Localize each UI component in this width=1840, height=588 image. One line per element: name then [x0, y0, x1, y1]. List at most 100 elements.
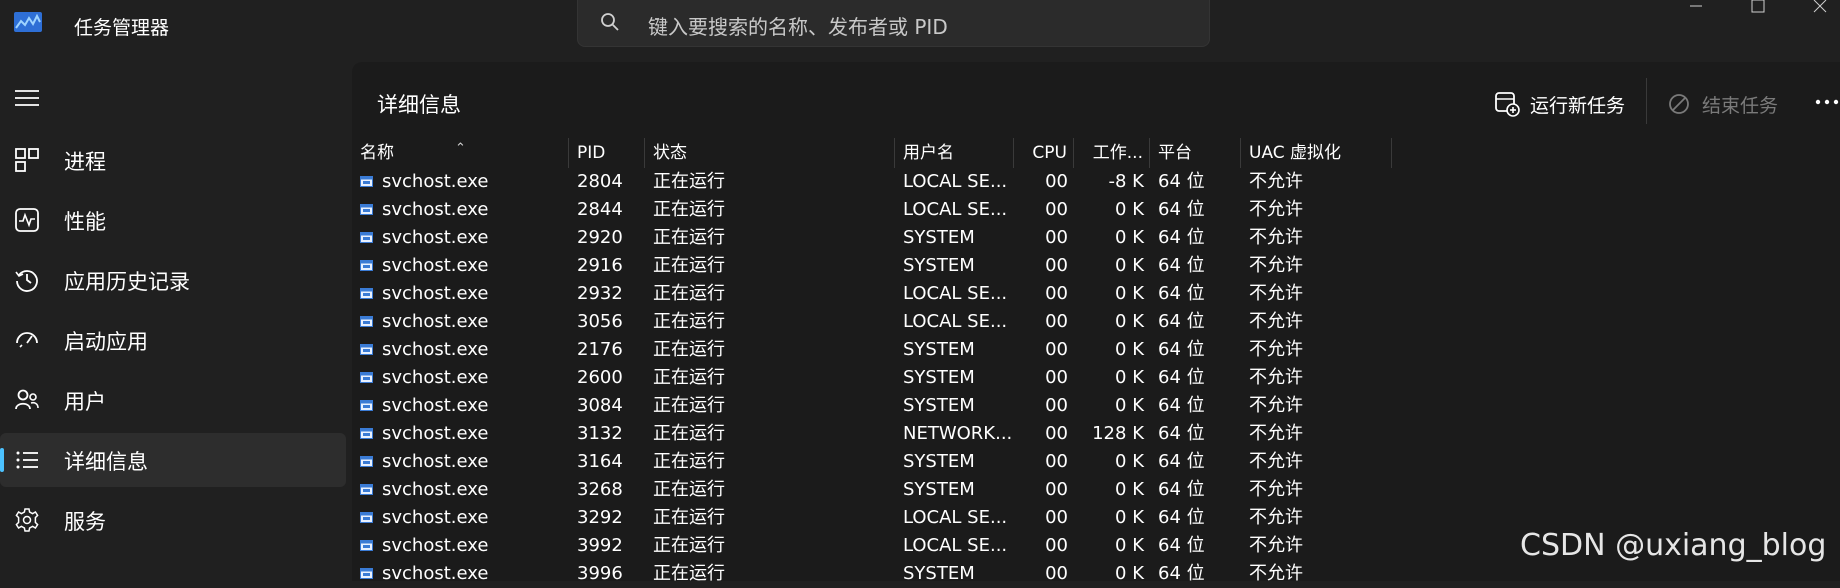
table-row[interactable]: svchost.exe 3056 正在运行 LOCAL SE... 00 0 K 64 位 不…	[352, 308, 1840, 336]
cell-name: svchost.exe	[352, 280, 569, 308]
process-window-icon	[360, 372, 373, 383]
sidebar-item-details[interactable]: 详细信息	[0, 433, 346, 487]
column-header-uac[interactable]: UAC 虚拟化	[1241, 138, 1392, 168]
cell-username: SYSTEM	[903, 451, 975, 472]
column-header-name[interactable]: 名称 ⌃	[352, 138, 569, 168]
cell-name: svchost.exe	[352, 196, 569, 224]
cell-username: LOCAL SE...	[903, 535, 1008, 556]
table-row[interactable]: svchost.exe 3268 正在运行 SYSTEM 00 0 K 64 位 不允许	[352, 476, 1840, 504]
cell-cpu: 00	[1045, 563, 1068, 584]
cell-status: 正在运行	[653, 255, 725, 276]
column-header-status[interactable]: 状态	[645, 138, 895, 168]
column-header-cpu[interactable]: CPU	[1014, 138, 1074, 168]
sidebar-item-startup-apps[interactable]: 启动应用	[0, 313, 346, 367]
cell-cpu: 00	[1045, 479, 1068, 500]
table-row[interactable]: svchost.exe 3132 正在运行 NETWORK... 00 128 K 64 位…	[352, 420, 1840, 448]
cell-cpu: 00	[1045, 367, 1068, 388]
cell-pid: 3992	[577, 535, 623, 556]
cell-pid: 2176	[577, 339, 623, 360]
cell-username: LOCAL SE...	[903, 507, 1008, 528]
sidebar-item-services[interactable]: 服务	[0, 493, 346, 547]
sidebar-item-performance[interactable]: 性能	[0, 193, 346, 247]
cell-name: svchost.exe	[352, 168, 569, 196]
cell-status: 正在运行	[653, 451, 725, 472]
cell-uac: 不允许	[1249, 563, 1303, 584]
cell-uac: 不允许	[1249, 395, 1303, 416]
column-header-platform[interactable]: 平台	[1150, 138, 1241, 168]
hamburger-menu-icon[interactable]	[14, 88, 40, 108]
details-table: 名称 ⌃ PID 状态 用户名 CPU 工作... 平台 UAC 虚拟化 svc…	[352, 138, 1840, 588]
cell-platform: 64 位	[1158, 311, 1205, 332]
run-new-task-icon	[1495, 92, 1520, 117]
cell-platform: 64 位	[1158, 395, 1205, 416]
end-task-button[interactable]: 结束任务	[1666, 82, 1778, 126]
run-new-task-button[interactable]: 运行新任务	[1494, 82, 1625, 126]
column-header-username[interactable]: 用户名	[895, 138, 1014, 168]
cell-platform: 64 位	[1158, 171, 1205, 192]
performance-icon	[15, 208, 39, 232]
process-window-icon	[360, 344, 373, 355]
sidebar-item-users[interactable]: 用户	[0, 373, 346, 427]
process-window-icon	[360, 260, 373, 271]
cell-name: svchost.exe	[352, 336, 569, 364]
close-icon[interactable]	[1800, 0, 1840, 20]
end-task-icon	[1669, 94, 1689, 114]
table-row[interactable]: svchost.exe 2600 正在运行 SYSTEM 00 0 K 64 位 不允许	[352, 364, 1840, 392]
cell-username: NETWORK...	[903, 423, 1013, 444]
process-window-icon	[360, 176, 373, 187]
minimize-icon[interactable]	[1676, 0, 1716, 20]
cell-working-set: 0 K	[1115, 563, 1144, 584]
process-name: svchost.exe	[382, 451, 489, 472]
search-icon	[601, 13, 619, 31]
details-panel: 详细信息 运行新任务 结束任务 名称 ⌃ PID 状态 用户名 CPU 工作..…	[352, 62, 1840, 584]
cell-working-set: -8 K	[1108, 171, 1144, 192]
cell-name: svchost.exe	[352, 252, 569, 280]
table-row[interactable]: svchost.exe 3084 正在运行 SYSTEM 00 0 K 64 位 不允许	[352, 392, 1840, 420]
toolbar-divider	[1646, 78, 1647, 124]
cell-status: 正在运行	[653, 199, 725, 220]
table-row[interactable]: svchost.exe 2176 正在运行 SYSTEM 00 0 K 64 位 不允许	[352, 336, 1840, 364]
table-row[interactable]: svchost.exe 2844 正在运行 LOCAL SE... 00 0 K 64 位 不…	[352, 196, 1840, 224]
more-icon[interactable]	[1812, 92, 1840, 112]
search-box[interactable]: 键入要搜索的名称、发布者或 PID	[577, 0, 1210, 47]
startup-icon	[16, 332, 38, 348]
cell-name: svchost.exe	[352, 532, 569, 560]
sidebar-item-app-history[interactable]: 应用历史记录	[0, 253, 346, 307]
process-window-icon	[360, 400, 373, 411]
cell-username: LOCAL SE...	[903, 283, 1008, 304]
sidebar-item-label: 用户	[64, 390, 106, 414]
cell-username: LOCAL SE...	[903, 199, 1008, 220]
cell-working-set: 0 K	[1115, 283, 1144, 304]
process-window-icon	[360, 484, 373, 495]
sidebar-item-label: 应用历史记录	[64, 270, 190, 294]
sort-ascending-icon: ⌃	[455, 141, 466, 156]
sidebar-item-processes[interactable]: 进程	[0, 133, 346, 187]
watermark: CSDN @uxiang_blog	[1520, 528, 1827, 563]
process-name: svchost.exe	[382, 507, 489, 528]
table-row[interactable]: svchost.exe 2932 正在运行 LOCAL SE... 00 0 K 64 位 不…	[352, 280, 1840, 308]
table-row[interactable]: svchost.exe 3164 正在运行 SYSTEM 00 0 K 64 位 不允许	[352, 448, 1840, 476]
sidebar-item-label: 进程	[64, 150, 106, 174]
maximize-icon[interactable]	[1738, 0, 1778, 20]
cell-cpu: 00	[1045, 395, 1068, 416]
sidebar-item-label: 详细信息	[64, 450, 148, 474]
cell-username: SYSTEM	[903, 227, 975, 248]
cell-uac: 不允许	[1249, 255, 1303, 276]
table-row[interactable]: svchost.exe 3996 正在运行 SYSTEM 00 0 K 64 位 不允许	[352, 560, 1840, 588]
cell-cpu: 00	[1045, 283, 1068, 304]
cell-working-set: 0 K	[1115, 367, 1144, 388]
process-name: svchost.exe	[382, 255, 489, 276]
table-row[interactable]: svchost.exe 2916 正在运行 SYSTEM 00 0 K 64 位 不允许	[352, 252, 1840, 280]
cell-platform: 64 位	[1158, 451, 1205, 472]
cell-uac: 不允许	[1249, 535, 1303, 556]
cell-uac: 不允许	[1249, 339, 1303, 360]
column-header-pid[interactable]: PID	[569, 138, 645, 168]
cell-cpu: 00	[1045, 255, 1068, 276]
table-row[interactable]: svchost.exe 2920 正在运行 SYSTEM 00 0 K 64 位 不允许	[352, 224, 1840, 252]
column-header-label: 名称	[360, 143, 394, 163]
cell-status: 正在运行	[653, 507, 725, 528]
cell-status: 正在运行	[653, 535, 725, 556]
cell-cpu: 00	[1045, 451, 1068, 472]
column-header-working-set[interactable]: 工作...	[1074, 138, 1150, 168]
table-row[interactable]: svchost.exe 2804 正在运行 LOCAL SE... 00 -8 K 64 位…	[352, 168, 1840, 196]
